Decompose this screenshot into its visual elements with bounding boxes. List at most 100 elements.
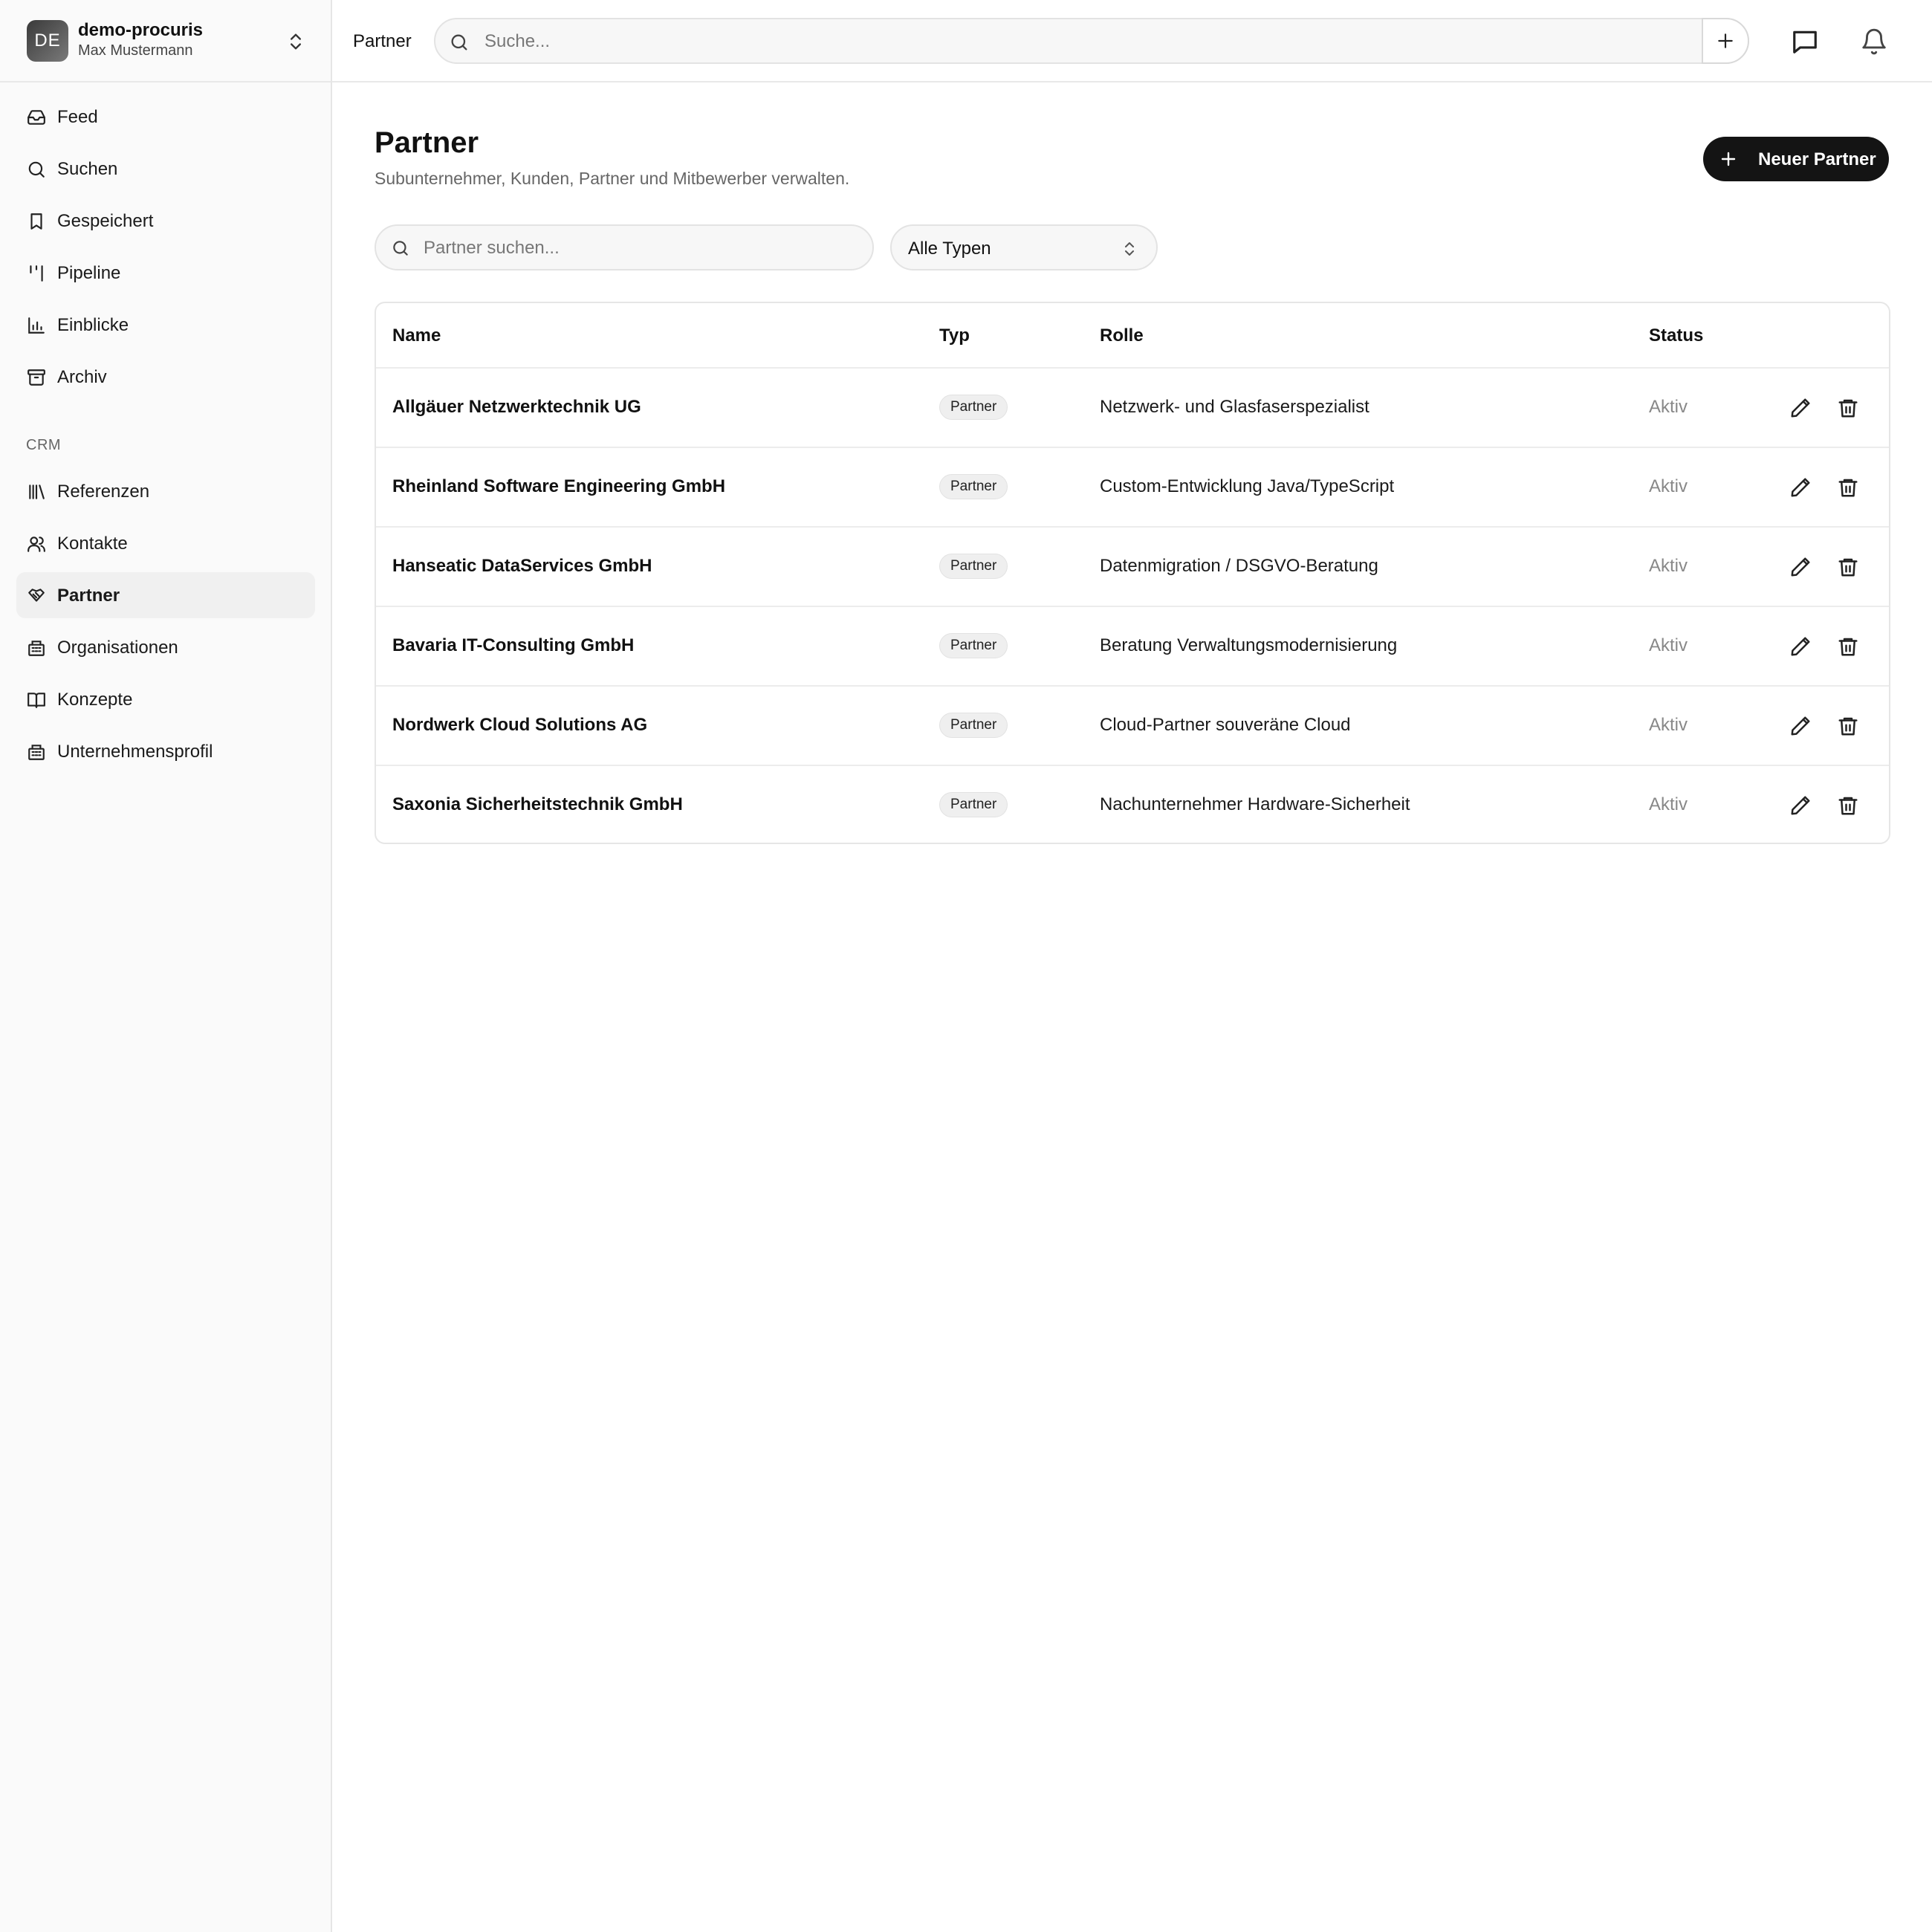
partner-name[interactable]: Rheinland Software Engineering GmbH: [392, 476, 725, 497]
pencil-icon[interactable]: [1789, 476, 1812, 499]
book-open-icon: [27, 693, 45, 708]
message-icon[interactable]: [1791, 27, 1819, 56]
sidebar-item-label: Feed: [57, 107, 98, 127]
sidebar-item-konzepte[interactable]: Konzepte: [16, 676, 315, 722]
status-text: Aktiv: [1649, 556, 1688, 576]
status-text: Aktiv: [1649, 715, 1688, 735]
sidebar-item-label: Einblicke: [57, 315, 129, 335]
search-icon: [393, 241, 408, 256]
type-badge: Partner: [939, 395, 1008, 420]
pencil-icon[interactable]: [1789, 556, 1812, 578]
sidebar-item-label: Kontakte: [57, 534, 128, 554]
trash-icon[interactable]: [1837, 794, 1859, 817]
trash-icon[interactable]: [1837, 715, 1859, 737]
pencil-icon[interactable]: [1789, 794, 1812, 817]
partner-role: Cloud-Partner souveräne Cloud: [1100, 715, 1351, 735]
bell-icon[interactable]: [1860, 27, 1888, 56]
breadcrumb[interactable]: Partner: [353, 31, 412, 52]
table-row[interactable]: Rheinland Software Engineering GmbH Part…: [376, 448, 1889, 528]
sidebar-item-label: Konzepte: [57, 690, 133, 710]
org-avatar: DE: [27, 20, 68, 62]
trash-icon[interactable]: [1837, 476, 1859, 499]
partner-search-input[interactable]: [424, 235, 855, 262]
type-badge: Partner: [939, 633, 1008, 658]
column-header-status[interactable]: Status: [1649, 325, 1703, 346]
partner-role: Datenmigration / DSGVO-Beratung: [1100, 556, 1378, 576]
sidebar-item-gespeichert[interactable]: Gespeichert: [16, 198, 315, 244]
partner-name[interactable]: Saxonia Sicherheitstechnik GmbH: [392, 794, 683, 815]
table-row[interactable]: Allgäuer Netzwerktechnik UG Partner Netz…: [376, 369, 1889, 448]
column-header-name[interactable]: Name: [392, 325, 441, 346]
sidebar-item-label: Partner: [57, 586, 120, 606]
page-title: Partner: [375, 126, 479, 159]
new-partner-button[interactable]: Neuer Partner: [1703, 137, 1889, 181]
type-filter-value: Alle Typen: [908, 239, 991, 259]
partner-name[interactable]: Bavaria IT-Consulting GmbH: [392, 635, 634, 656]
sidebar-item-label: Pipeline: [57, 263, 121, 283]
pencil-icon[interactable]: [1789, 397, 1812, 419]
org-name: demo-procuris: [78, 20, 204, 40]
plus-icon: [1718, 33, 1733, 48]
partner-role: Custom-Entwicklung Java/TypeScript: [1100, 476, 1395, 496]
sidebar-item-kontakte[interactable]: Kontakte: [16, 520, 315, 566]
new-partner-label: Neuer Partner: [1758, 149, 1876, 169]
status-text: Aktiv: [1649, 635, 1688, 655]
sidebar-item-label: Gespeichert: [57, 211, 154, 231]
sidebar-item-einblicke[interactable]: Einblicke: [16, 302, 315, 348]
partner-name[interactable]: Allgäuer Netzwerktechnik UG: [392, 397, 641, 418]
column-header-typ[interactable]: Typ: [939, 325, 970, 346]
type-badge: Partner: [939, 792, 1008, 817]
sidebar-item-unternehmensprofil[interactable]: Unternehmensprofil: [16, 728, 315, 774]
sidebar-item-referenzen[interactable]: Referenzen: [16, 468, 315, 514]
sidebar: DE demo-procuris Max Mustermann Feed Suc…: [0, 0, 332, 1932]
global-search-input[interactable]: [484, 28, 1599, 55]
partner-role: Nachunternehmer Hardware-Sicherheit: [1100, 794, 1410, 814]
sidebar-item-pipeline[interactable]: Pipeline: [16, 250, 315, 296]
trash-icon[interactable]: [1837, 556, 1859, 578]
sidebar-item-partner[interactable]: Partner: [16, 572, 315, 618]
sidebar-item-label: Referenzen: [57, 482, 150, 502]
search-icon: [451, 34, 467, 51]
pencil-icon[interactable]: [1789, 715, 1812, 737]
inbox-icon: [27, 110, 45, 125]
status-text: Aktiv: [1649, 794, 1688, 814]
type-badge: Partner: [939, 713, 1008, 738]
chevrons-up-down-icon: [1125, 242, 1134, 256]
chevrons-up-down-icon[interactable]: [285, 30, 306, 54]
building-icon: [28, 745, 45, 760]
users-icon: [27, 537, 45, 552]
partner-name[interactable]: Hanseatic DataServices GmbH: [392, 556, 652, 577]
sidebar-item-archiv[interactable]: Archiv: [16, 354, 315, 400]
bookmark-icon: [30, 213, 42, 230]
column-header-rolle[interactable]: Rolle: [1100, 325, 1144, 346]
type-filter-select[interactable]: Alle Typen: [890, 224, 1158, 270]
table-row[interactable]: Saxonia Sicherheitstechnik GmbH Partner …: [376, 766, 1889, 843]
org-switcher[interactable]: DE demo-procuris Max Mustermann: [0, 0, 331, 82]
table-row[interactable]: Nordwerk Cloud Solutions AG Partner Clou…: [376, 687, 1889, 766]
global-search[interactable]: [434, 18, 1749, 64]
pencil-icon[interactable]: [1789, 635, 1812, 658]
library-icon: [29, 484, 45, 499]
table-row[interactable]: Bavaria IT-Consulting GmbH Partner Berat…: [376, 607, 1889, 687]
search-icon: [28, 161, 45, 178]
partner-search[interactable]: [375, 224, 874, 270]
plus-icon: [1721, 152, 1736, 166]
kanban-icon: [30, 265, 43, 282]
sidebar-item-organisationen[interactable]: Organisationen: [16, 624, 315, 670]
partner-name[interactable]: Nordwerk Cloud Solutions AG: [392, 715, 647, 736]
sidebar-item-label: Organisationen: [57, 638, 178, 658]
sidebar-item-suchen[interactable]: Suchen: [16, 146, 315, 192]
sidebar-item-label: Archiv: [57, 367, 107, 387]
trash-icon[interactable]: [1837, 397, 1859, 419]
archive-icon: [27, 369, 45, 386]
status-text: Aktiv: [1649, 476, 1688, 496]
trash-icon[interactable]: [1837, 635, 1859, 658]
partner-table: Name Typ Rolle Status Allgäuer Netzwerkt…: [375, 302, 1890, 844]
sidebar-item-feed[interactable]: Feed: [16, 94, 315, 140]
bar-chart-icon: [28, 317, 45, 334]
partner-role: Beratung Verwaltungsmodernisierung: [1100, 635, 1398, 655]
table-row[interactable]: Hanseatic DataServices GmbH Partner Date…: [376, 528, 1889, 607]
top-bar: Partner: [332, 0, 1932, 82]
quick-add-button[interactable]: [1702, 18, 1749, 64]
sidebar-item-label: Unternehmensprofil: [57, 742, 213, 762]
